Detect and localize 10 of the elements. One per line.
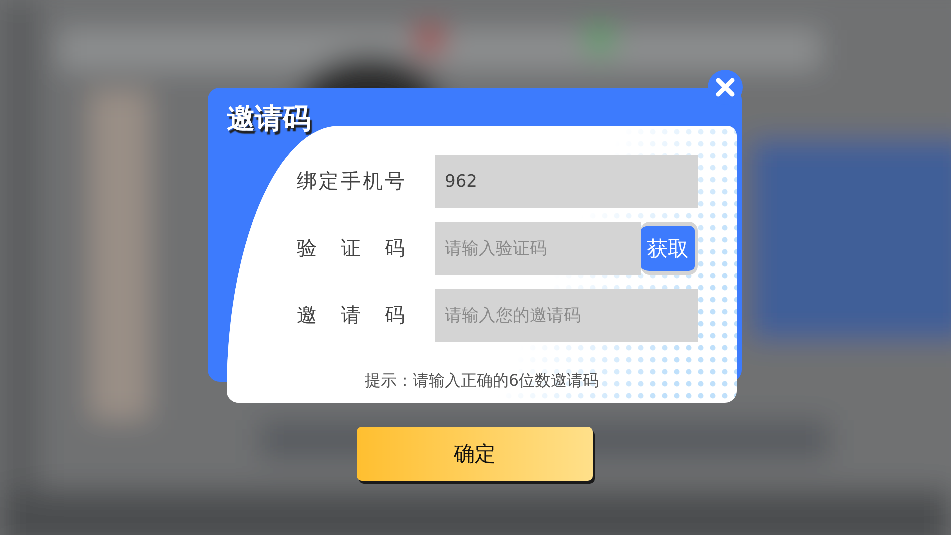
input-field[interactable]: 请输入您的邀请码: [435, 289, 698, 342]
get-code-button[interactable]: 获取: [641, 222, 698, 275]
confirm-button[interactable]: 确定: [357, 427, 593, 481]
field-label: 验证码: [297, 235, 405, 262]
hint-text: 提示：请输入正确的6位数邀请码: [364, 371, 600, 392]
dialog-title: 邀请码: [227, 102, 311, 136]
input-field[interactable]: 请输入验证码: [435, 222, 641, 275]
input-field[interactable]: 962: [435, 155, 698, 208]
field-label: 绑定手机号: [297, 168, 405, 195]
field-label: 邀请码: [297, 302, 405, 329]
